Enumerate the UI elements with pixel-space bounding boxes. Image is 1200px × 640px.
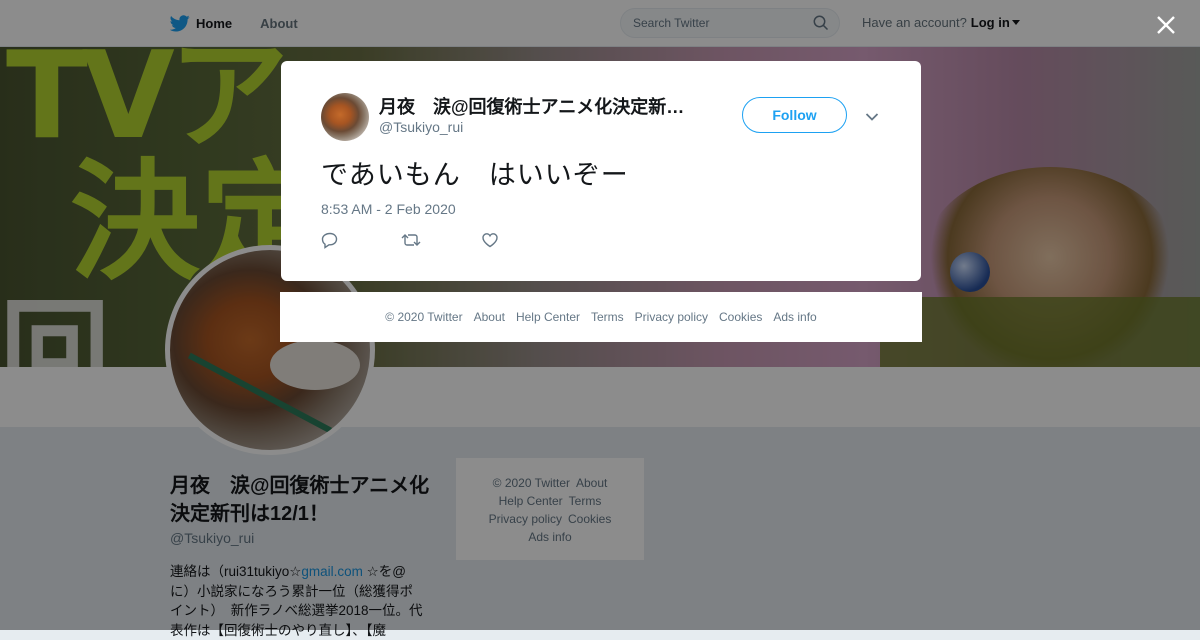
footer-about-link[interactable]: About bbox=[474, 310, 505, 324]
tweet-author-name[interactable]: 月夜 涙@回復術士アニメ化決定新刊は12/1！ bbox=[379, 93, 689, 119]
footer-terms-link[interactable]: Terms bbox=[591, 310, 624, 324]
tweet-text: であいもん はいいぞー bbox=[321, 160, 629, 191]
tweet-author-handle[interactable]: @Tsukiyo_rui bbox=[379, 119, 463, 135]
tweet-author-avatar[interactable] bbox=[321, 93, 369, 141]
reply-icon[interactable] bbox=[321, 231, 401, 251]
heart-icon[interactable] bbox=[481, 231, 561, 251]
footer-help-link[interactable]: Help Center bbox=[516, 310, 580, 324]
tweet-timestamp[interactable]: 8:53 AM - 2 Feb 2020 bbox=[321, 201, 456, 217]
tweet-actions bbox=[321, 231, 561, 251]
close-icon[interactable] bbox=[1154, 13, 1178, 37]
retweet-icon[interactable] bbox=[401, 231, 481, 251]
footer-privacy-link[interactable]: Privacy policy bbox=[635, 310, 708, 324]
footer-cookies-link[interactable]: Cookies bbox=[719, 310, 762, 324]
follow-button[interactable]: Follow bbox=[742, 97, 847, 133]
footer-copyright: © 2020 Twitter bbox=[385, 310, 463, 324]
chevron-down-icon[interactable] bbox=[865, 109, 879, 127]
modal-footer: © 2020 Twitter About Help Center Terms P… bbox=[280, 292, 922, 342]
footer-ads-link[interactable]: Ads info bbox=[773, 310, 816, 324]
tweet-modal: 月夜 涙@回復術士アニメ化決定新刊は12/1！ @Tsukiyo_rui Fol… bbox=[281, 61, 921, 281]
